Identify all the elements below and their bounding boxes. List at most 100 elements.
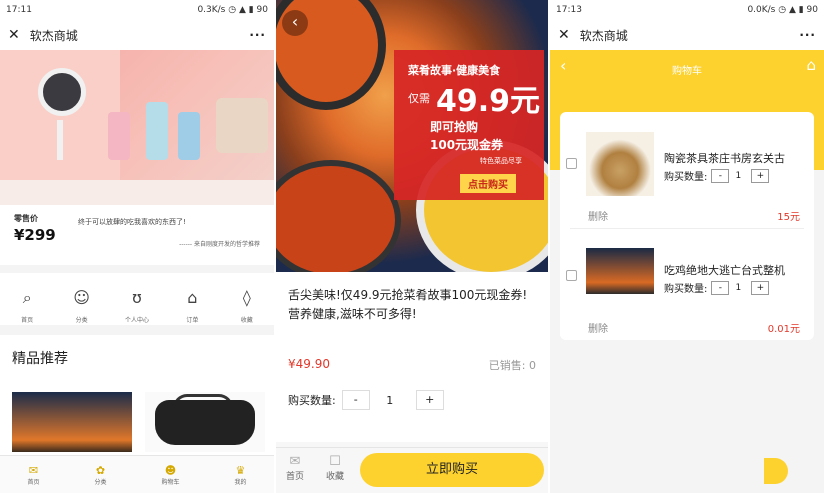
battery-level: 90 <box>256 5 268 15</box>
quick-nav-label: 收藏 <box>240 317 253 324</box>
status-bar: 17:11 0.3K/s ◷ ▲ ▮ 90 <box>0 0 274 20</box>
item-qty-value[interactable]: 1 <box>729 171 747 181</box>
tab-label: 购物车 <box>161 478 180 486</box>
quick-nav-favorite[interactable]: ◊ 收藏 <box>236 273 258 325</box>
quick-nav: ⌕ 首页 ☺ 分类 ʊ 个人中心 ⌂ 订单 ◊ 收藏 <box>0 265 274 325</box>
home-screen: 17:11 0.3K/s ◷ ▲ ▮ 90 ✕ 软杰商城 ··· 零售价 ¥29… <box>0 0 274 493</box>
home-label: 首页 <box>286 472 305 482</box>
mirror-stand <box>57 120 63 160</box>
item-checkbox[interactable] <box>566 270 577 281</box>
checkout-button[interactable] <box>764 458 788 484</box>
product-bottle-pink <box>108 112 130 160</box>
tab-label: 分类 <box>94 478 107 486</box>
tab-cart[interactable]: ☻ 购物车 <box>161 464 179 486</box>
tab-label: 首页 <box>27 478 40 486</box>
tab-home[interactable]: ✉ 首页 <box>27 464 39 486</box>
promo-banner: 菜肴故事·健康美食 仅需 49.9元 即可抢购 100元现金券 特色菜品尽享 点… <box>394 50 544 200</box>
section-divider <box>0 325 274 335</box>
home-icon[interactable]: ⌂ <box>806 56 816 74</box>
user-center-icon: ʊ <box>132 288 142 307</box>
item-plus-button[interactable]: + <box>751 280 770 295</box>
title-bar: ✕ 软杰商城 ··· <box>550 20 824 50</box>
promo-grab: 即可抢购 <box>430 120 479 134</box>
item-amount: 15元 <box>777 212 800 223</box>
status-right: 0.0K/s ◷ ▲ ▮ 90 <box>747 5 818 15</box>
tab-mine[interactable]: ♛ 我的 <box>234 464 246 486</box>
status-time: 17:13 <box>556 5 582 15</box>
back-icon[interactable]: ‹ <box>282 10 308 36</box>
favorite-label: 收藏 <box>326 472 345 482</box>
favorite-icon: ◊ <box>242 288 251 307</box>
promo-buy-button[interactable]: 点击购买 <box>460 174 516 193</box>
home-icon: ✉ <box>289 454 301 469</box>
quick-nav-order[interactable]: ⌂ 订单 <box>181 273 203 325</box>
close-icon[interactable]: ✕ <box>558 27 570 43</box>
status-right: 0.3K/s ◷ ▲ ▮ 90 <box>197 5 268 15</box>
quick-nav-category[interactable]: ☺ 分类 <box>71 273 93 325</box>
item-quantity: 购买数量: - 1 + <box>664 280 770 295</box>
section-title: 精品推荐 <box>12 351 68 367</box>
product-thumb-vr[interactable] <box>145 392 265 452</box>
quantity-value[interactable]: 1 <box>370 394 410 407</box>
promo-only: 仅需 <box>408 92 430 105</box>
status-bar: 17:13 0.0K/s ◷ ▲ ▮ 90 <box>550 0 824 20</box>
product-detail-screen: 菜肴故事·健康美食 仅需 49.9元 即可抢购 100元现金券 特色菜品尽享 点… <box>276 0 548 493</box>
item-name[interactable]: 吃鸡绝地大逃亡台式整机 <box>664 262 785 278</box>
cart-title: 购物车 <box>672 66 702 77</box>
promo-price: 49.9元 <box>436 84 541 119</box>
item-image-pc[interactable] <box>586 248 654 294</box>
home-tab-icon: ✉ <box>28 463 39 477</box>
close-icon[interactable]: ✕ <box>8 27 20 43</box>
buy-now-button[interactable]: 立即购买 <box>360 453 544 487</box>
order-icon: ⌂ <box>187 288 198 307</box>
bottom-tab-bar: ✉ 首页 ✿ 分类 ☻ 购物车 ♛ 我的 <box>0 455 274 493</box>
quantity-label: 购买数量: <box>288 394 336 407</box>
banner-table <box>0 180 274 205</box>
item-quantity: 购买数量: - 1 + <box>664 168 770 183</box>
vr-headset-image <box>155 400 255 445</box>
item-delete-link[interactable]: 删除 <box>588 208 608 223</box>
product-bottle-lightblue <box>178 112 200 160</box>
product-info: 舌尖美味!仅49.9元抢菜肴故事100元现金券!营养健康,滋味不可多得! ¥49… <box>276 272 548 442</box>
battery-level: 90 <box>806 5 818 15</box>
product-description: 舌尖美味!仅49.9元抢菜肴故事100元现金券!营养健康,滋味不可多得! <box>288 288 528 321</box>
quick-nav-label: 首页 <box>21 317 34 324</box>
cart-item: 陶瓷茶具茶庄书房玄关古 购买数量: - 1 + 删除 15元 <box>560 112 814 223</box>
item-plus-button[interactable]: + <box>751 168 770 183</box>
item-qty-value[interactable]: 1 <box>729 283 747 293</box>
dish-plate <box>276 160 401 280</box>
item-checkbox[interactable] <box>566 158 577 169</box>
cart-list: 陶瓷茶具茶庄书房玄关古 购买数量: - 1 + 删除 15元 吃鸡绝地大逃亡台式… <box>560 112 814 340</box>
more-menu-icon[interactable]: ··· <box>799 28 816 42</box>
quick-nav-label: 分类 <box>75 317 88 324</box>
favorite-button[interactable]: ☐ 收藏 <box>326 454 344 482</box>
item-minus-button[interactable]: - <box>711 280 730 295</box>
hero-banner[interactable] <box>0 50 274 205</box>
net-speed: 0.0K/s <box>747 5 776 15</box>
quick-nav-label: 订单 <box>186 317 199 324</box>
tab-label: 我的 <box>234 478 247 486</box>
item-amount: 0.01元 <box>767 324 800 335</box>
product-box <box>216 98 268 153</box>
title-bar: ✕ 软杰商城 ··· <box>0 20 274 50</box>
product-price: ¥49.90 <box>288 357 330 371</box>
cart-tab-icon: ☻ <box>164 463 177 477</box>
item-delete-link[interactable]: 删除 <box>588 320 608 335</box>
top-area: 17:13 0.0K/s ◷ ▲ ▮ 90 ✕ 软杰商城 ··· <box>550 0 824 50</box>
item-name[interactable]: 陶瓷茶具茶庄书房玄关古 <box>664 150 785 166</box>
tab-category[interactable]: ✿ 分类 <box>94 464 106 486</box>
home-button[interactable]: ✉ 首页 <box>286 454 304 482</box>
item-image-tea-set[interactable] <box>586 132 654 196</box>
quick-nav-home[interactable]: ⌕ 首页 <box>16 273 38 325</box>
quantity-minus-button[interactable]: - <box>341 390 370 410</box>
cart-item: 吃鸡绝地大逃亡台式整机 购买数量: - 1 + 删除 0.01元 <box>560 224 814 335</box>
quantity-plus-button[interactable]: + <box>415 390 444 410</box>
price-area: 零售价 ¥299 终于可以放肆的吃我喜欢的东西了! ------ 来自刚度开发的… <box>0 205 274 255</box>
item-minus-button[interactable]: - <box>711 168 730 183</box>
quick-nav-label: 个人中心 <box>124 317 149 324</box>
product-image: 菜肴故事·健康美食 仅需 49.9元 即可抢购 100元现金券 特色菜品尽享 点… <box>276 0 548 280</box>
page-title: 软杰商城 <box>29 28 78 43</box>
quick-nav-user[interactable]: ʊ 个人中心 <box>125 273 149 325</box>
product-thumb-game[interactable] <box>12 392 132 452</box>
more-menu-icon[interactable]: ··· <box>249 28 266 42</box>
